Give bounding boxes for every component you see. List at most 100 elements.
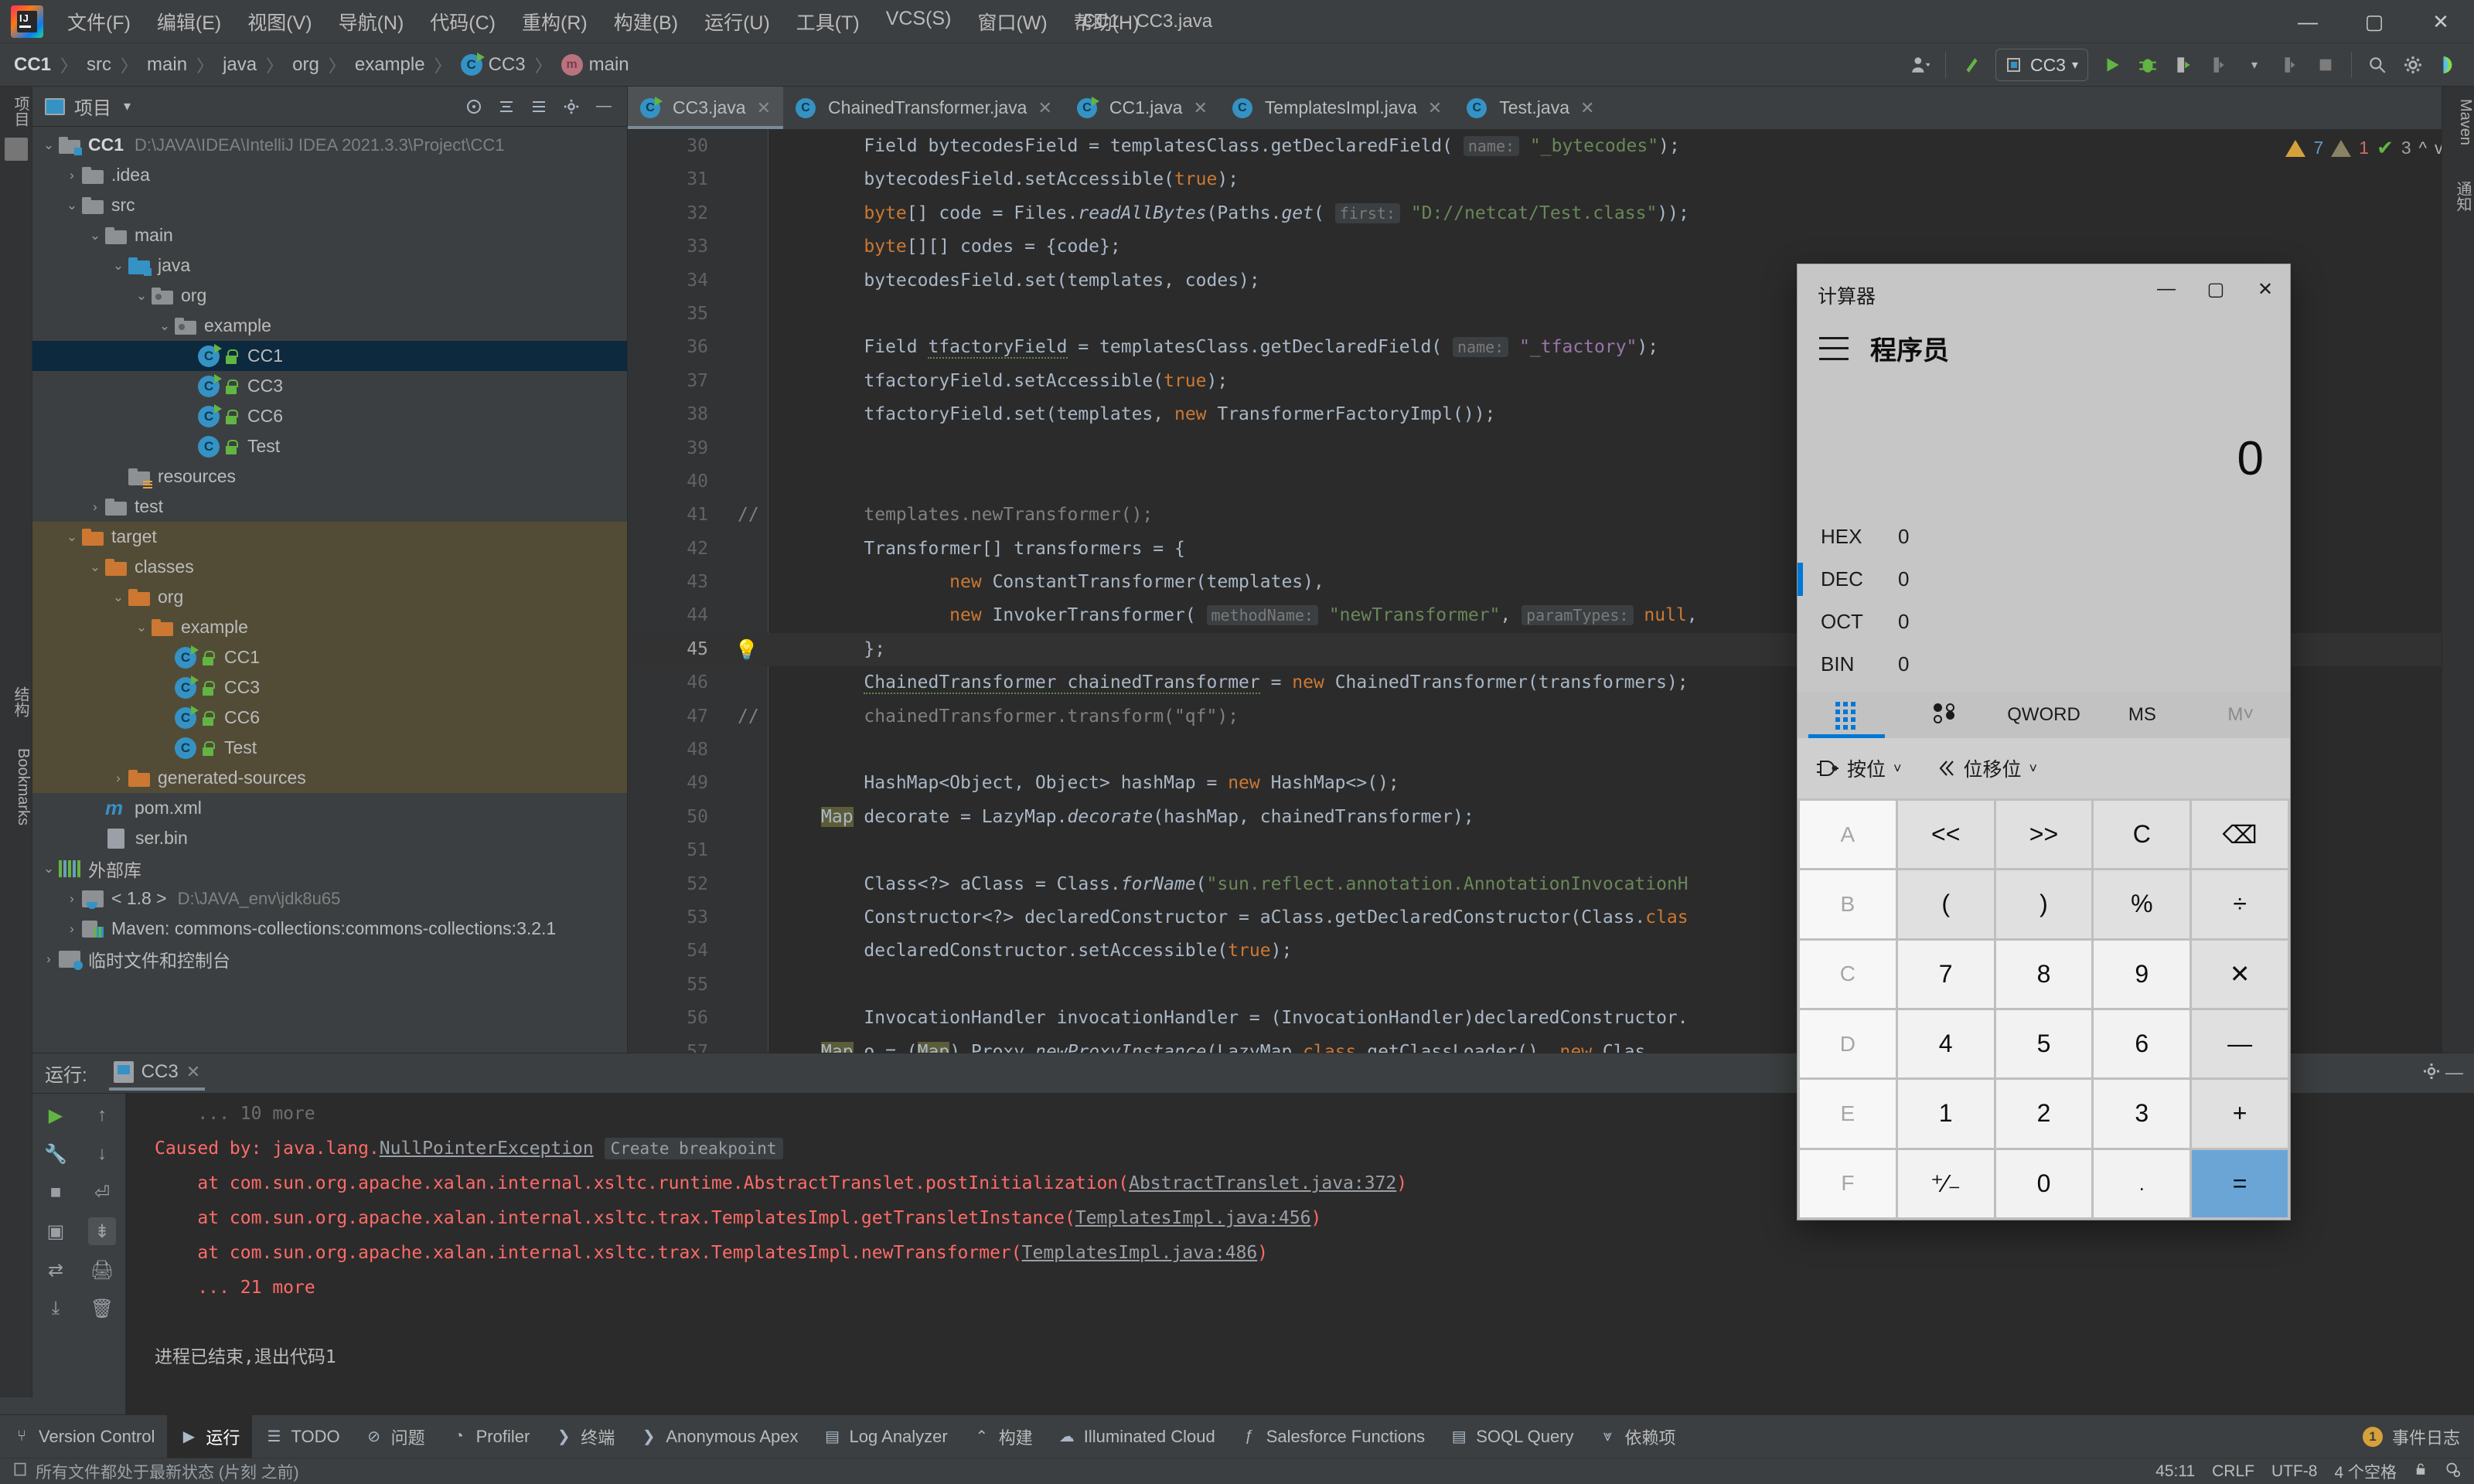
tree-node-java[interactable]: ⌄ java bbox=[32, 250, 627, 281]
bottom-bar-salesforce-functions[interactable]: ƒ Salesforce Functions bbox=[1228, 1415, 1437, 1458]
code-line-33[interactable]: 33 byte[][] codes = {code}; bbox=[628, 230, 2474, 264]
calc-key-F[interactable]: F bbox=[1800, 1149, 1896, 1217]
close-icon[interactable]: ✕ bbox=[1428, 98, 1442, 118]
indent-setting[interactable]: 4 个空格 bbox=[2334, 1460, 2397, 1483]
editor-tab-chainedtransformer-java[interactable]: C ChainedTransformer.java ✕ bbox=[783, 87, 1065, 129]
editor-tab-templatesimpl-java[interactable]: C TemplatesImpl.java ✕ bbox=[1220, 87, 1454, 129]
breadcrumb-item-java[interactable]: java bbox=[223, 54, 257, 76]
soft-wrap-icon[interactable]: ⏎ bbox=[88, 1179, 116, 1207]
inspection-settings-icon[interactable] bbox=[2445, 1462, 2460, 1482]
breadcrumb-item-example[interactable]: example bbox=[355, 54, 425, 76]
bottom-bar-终端[interactable]: ❯ 终端 bbox=[542, 1415, 627, 1458]
calc-key-[interactable]: ✕ bbox=[2192, 940, 2288, 1008]
tree-node-test[interactable]: › test bbox=[32, 492, 627, 522]
bottom-bar-构建[interactable]: ⌃ 构建 bbox=[960, 1415, 1045, 1458]
exception-link[interactable]: NullPointerException bbox=[380, 1139, 594, 1159]
right-strip-maven-label[interactable]: Maven bbox=[2442, 99, 2474, 145]
close-button[interactable]: ✕ bbox=[2408, 0, 2474, 43]
bottom-bar-问题[interactable]: ⊘ 问题 bbox=[353, 1415, 438, 1458]
run-with-coverage-icon[interactable] bbox=[2166, 47, 2201, 83]
menu-item-1[interactable]: 编辑(E) bbox=[144, 3, 234, 40]
menu-item-0[interactable]: 文件(F) bbox=[54, 3, 144, 40]
tree-node-org[interactable]: ⌄ org bbox=[32, 582, 627, 612]
hide-panel-button[interactable]: — bbox=[588, 91, 619, 122]
minimize-button[interactable]: — bbox=[2275, 0, 2341, 43]
tree-node-resources[interactable]: ›resources bbox=[32, 461, 627, 492]
chevron-down-icon[interactable]: ▾ bbox=[2237, 47, 2272, 83]
profile-icon[interactable] bbox=[2201, 47, 2237, 83]
chevron-down-icon[interactable]: ▾ bbox=[124, 98, 131, 114]
stop-icon[interactable]: ■ bbox=[42, 1179, 70, 1207]
tree-node-cc6[interactable]: ›CCC6 bbox=[32, 703, 627, 733]
radix-row-bin[interactable]: BIN 0 bbox=[1798, 643, 2290, 686]
menu-item-9[interactable]: VCS(S) bbox=[873, 3, 965, 40]
calculator-maximize-button[interactable]: ▢ bbox=[2191, 264, 2241, 314]
menu-item-4[interactable]: 代码(C) bbox=[417, 3, 509, 40]
tree-node-cc3[interactable]: ›CCC3 bbox=[32, 371, 627, 401]
export-icon[interactable]: ⤓ bbox=[42, 1295, 70, 1322]
breadcrumb-item-CC1[interactable]: CC1 bbox=[14, 54, 51, 76]
chevron-down-icon[interactable]: ⌄ bbox=[39, 861, 59, 876]
calc-key-0[interactable]: 0 bbox=[1995, 1149, 2092, 1217]
search-icon[interactable] bbox=[2360, 47, 2395, 83]
close-icon[interactable]: ✕ bbox=[757, 98, 771, 118]
calc-key-6[interactable]: 6 bbox=[2094, 1010, 2190, 1078]
stop-icon[interactable] bbox=[2308, 47, 2343, 83]
bitshift-dropdown[interactable]: 位移位 ˅ bbox=[1933, 754, 2037, 782]
hamburger-menu-icon[interactable] bbox=[1819, 336, 1849, 360]
calc-key-B[interactable]: B bbox=[1800, 870, 1896, 938]
calc-key-2[interactable]: 2 bbox=[1995, 1080, 2092, 1148]
calculator-tab-m˅[interactable]: M˅ bbox=[2192, 692, 2290, 738]
inspection-widget[interactable]: 7 1 ✔ 3 ^ v bbox=[2285, 136, 2443, 160]
calc-key-[interactable]: % bbox=[2094, 870, 2190, 938]
breadcrumb-item-src[interactable]: src bbox=[87, 54, 111, 76]
calc-key-E[interactable]: E bbox=[1800, 1080, 1896, 1148]
tree-node-example[interactable]: ⌄ example bbox=[32, 311, 627, 341]
tree-node-cc1[interactable]: ›CCC1 bbox=[32, 642, 627, 672]
bottom-bar-soql-query[interactable]: ▤ SOQL Query bbox=[1437, 1415, 1586, 1458]
editor-tab-cc3-java[interactable]: C CC3.java ✕ bbox=[628, 87, 784, 129]
calc-key-C[interactable]: C bbox=[1800, 940, 1896, 1008]
chevron-right-icon[interactable]: › bbox=[62, 921, 82, 937]
tree-node-test[interactable]: ›CTest bbox=[32, 431, 627, 461]
vcs-update-icon[interactable] bbox=[1954, 47, 1989, 83]
chevron-right-icon[interactable]: › bbox=[85, 499, 105, 515]
bottom-bar-anonymous-apex[interactable]: ❯ Anonymous Apex bbox=[627, 1415, 810, 1458]
calc-key-[interactable]: ( bbox=[1897, 870, 1994, 938]
bottom-bar-profiler[interactable]: ◔ Profiler bbox=[438, 1415, 543, 1458]
tree-node-classes[interactable]: ⌄ classes bbox=[32, 552, 627, 582]
tree-node----[interactable]: ⌄ 外部库 bbox=[32, 853, 627, 883]
rerun-icon[interactable]: ▶ bbox=[42, 1101, 70, 1129]
maximize-button[interactable]: ▢ bbox=[2341, 0, 2408, 43]
chevron-down-icon[interactable]: ⌄ bbox=[131, 620, 152, 635]
tree-node-ser-bin[interactable]: ›ser.bin bbox=[32, 823, 627, 853]
right-strip-notifications-label[interactable]: 通知 bbox=[2442, 181, 2474, 212]
menu-item-6[interactable]: 构建(B) bbox=[601, 3, 691, 40]
chevron-down-icon[interactable]: ⌄ bbox=[131, 288, 152, 304]
calc-key-[interactable]: ÷ bbox=[2192, 870, 2288, 938]
clear-all-icon[interactable]: 🗑 bbox=[88, 1295, 116, 1322]
tree-node-pom-xml[interactable]: ›mpom.xml bbox=[32, 793, 627, 823]
left-strip-project-label[interactable]: 项目 bbox=[0, 96, 32, 127]
down-arrow-icon[interactable]: ↓ bbox=[88, 1140, 116, 1168]
calc-key-1[interactable]: 1 bbox=[1897, 1080, 1994, 1148]
calculator-tab-qword[interactable]: QWORD bbox=[1995, 692, 2093, 738]
breadcrumb-item-org[interactable]: org bbox=[292, 54, 319, 76]
menu-item-3[interactable]: 导航(N) bbox=[325, 3, 417, 40]
editor-tab-cc1-java[interactable]: C CC1.java ✕ bbox=[1065, 87, 1220, 129]
bottom-bar-运行[interactable]: ▶ 运行 bbox=[167, 1414, 253, 1458]
folder-icon[interactable] bbox=[4, 138, 28, 161]
tree-node-example[interactable]: ⌄ example bbox=[32, 612, 627, 642]
editor-tab-test-java[interactable]: C Test.java ✕ bbox=[1454, 87, 1607, 129]
tree-node-cc6[interactable]: ›CCC6 bbox=[32, 401, 627, 431]
tree-node-cc1[interactable]: ⌄ CC1 D:\JAVA\IDEA\IntelliJ IDEA 2021.3.3\… bbox=[32, 130, 627, 160]
previous-problem-button[interactable]: ^ bbox=[2419, 138, 2427, 158]
chevron-down-icon[interactable]: ⌄ bbox=[108, 258, 128, 274]
calc-key-D[interactable]: D bbox=[1800, 1010, 1896, 1078]
tree-node-target[interactable]: ⌄ target bbox=[32, 522, 627, 552]
close-icon[interactable]: ✕ bbox=[1580, 98, 1594, 118]
tree-node---------[interactable]: › 临时文件和控制台 bbox=[32, 944, 627, 974]
bottom-bar-依赖项[interactable]: ⩔ 依赖项 bbox=[1586, 1415, 1689, 1458]
calc-key-8[interactable]: 8 bbox=[1995, 940, 2092, 1008]
chevron-down-icon[interactable]: ⌄ bbox=[155, 318, 175, 334]
